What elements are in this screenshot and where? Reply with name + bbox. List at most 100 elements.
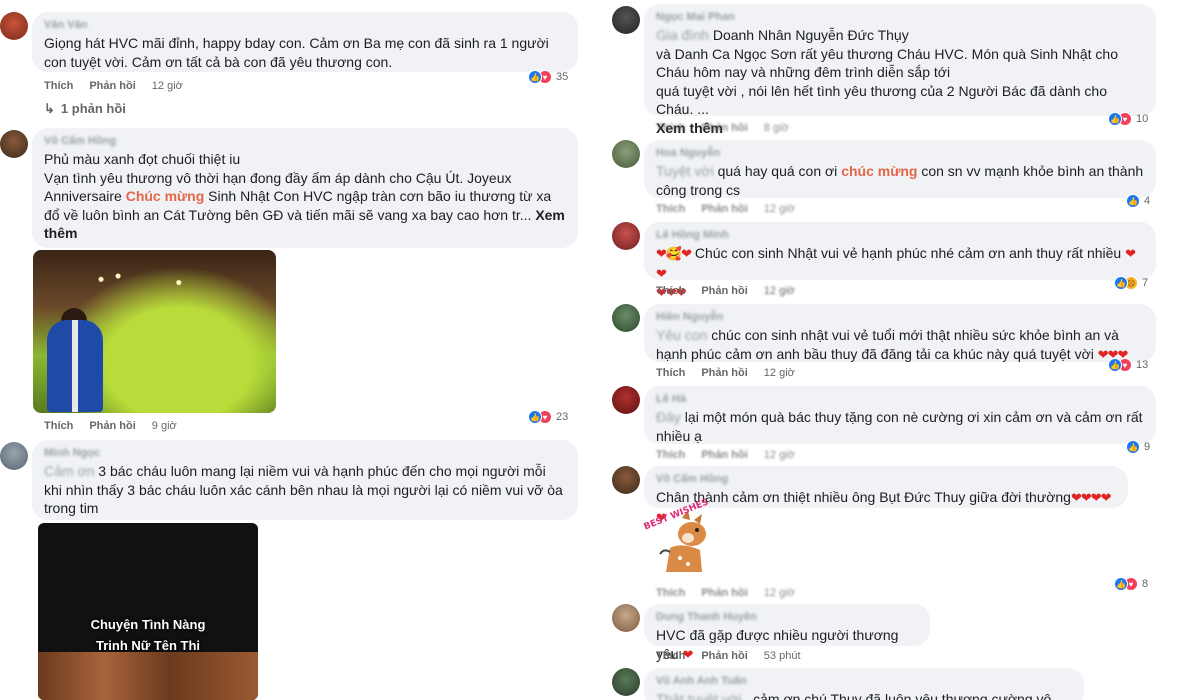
reaction-count: 13 <box>1136 359 1149 371</box>
comment-bubble: Lê Hồng Minh ❤🥰❤ Chúc con sinh Nhật vui … <box>644 222 1156 300</box>
comment-timestamp[interactable]: 12 giờ <box>152 80 183 92</box>
comment-bubble: Lê Hà Đây lại một món quà bác thuy tặng … <box>644 386 1156 444</box>
comment-line-part: Chúc con sinh Nhật vui vẻ hạnh phúc nhé … <box>690 245 1126 261</box>
reply-button[interactable]: Phản hồi <box>701 587 747 599</box>
like-reaction-icon: 👍 <box>1108 112 1122 126</box>
like-button[interactable]: Thích <box>656 449 685 461</box>
avatar[interactable] <box>0 12 28 40</box>
avatar[interactable] <box>612 6 640 34</box>
comment-line-part: Doanh Nhân Nguyễn Đức Thụy <box>708 27 909 43</box>
comment-author[interactable]: Minh Ngọc <box>44 446 566 460</box>
comment-text: Tuyệt vời quá hay quá con ơi chúc mừng c… <box>656 162 1144 199</box>
avatar[interactable] <box>612 140 640 168</box>
comment-text: Phủ màu xanh đọt chuối thiệt iu Vạn tình… <box>44 150 566 243</box>
best-wishes-sticker[interactable]: BEST WISHES <box>642 497 716 580</box>
avatar[interactable] <box>612 668 640 696</box>
comment-author[interactable]: Hoa Nguyễn <box>656 146 1144 160</box>
like-button[interactable]: Thích <box>656 367 685 379</box>
like-reaction-icon: 👍 <box>528 70 542 84</box>
reply-button[interactable]: Phản hồi <box>701 122 747 134</box>
comment-video[interactable]: Chuyện Tình Nàng Trinh Nữ Tên Thi <box>38 523 258 700</box>
highlight-keyword[interactable]: Chúc mừng <box>126 188 205 204</box>
comment-timestamp[interactable]: 12 giờ <box>764 203 795 215</box>
reaction-count: 7 <box>1142 277 1149 289</box>
reply-button[interactable]: Phản hồi <box>701 203 747 215</box>
comment-author[interactable]: Dung Thanh Huyền <box>656 610 918 624</box>
video-thumbnail-strip <box>38 652 258 700</box>
like-button[interactable]: Thích <box>656 650 685 662</box>
avatar[interactable] <box>0 442 28 470</box>
comment-actions: Thích Phản hồi 12 giờ <box>656 587 795 599</box>
avatar[interactable] <box>612 604 640 632</box>
replies-count-label: 1 phản hồi <box>60 101 126 116</box>
reply-button[interactable]: Phản hồi <box>89 80 135 92</box>
comment-actions: Thích Phản hồi 12 giờ <box>656 285 795 297</box>
reply-button[interactable]: Phản hồi <box>701 449 747 461</box>
reaction-count: 23 <box>556 411 569 423</box>
comment-author[interactable]: Võ Cẩm Hồng <box>44 134 566 148</box>
comment-bubble: Vân Vân Giọng hát HVC mãi đỉnh, happy bd… <box>32 12 578 72</box>
comment-text: Chân thành cảm ơn thiệt nhiều ông Bụt Đứ… <box>656 488 1116 527</box>
comment-text: Yêu con chúc con sinh nhật vui vẻ tuổi m… <box>656 326 1144 364</box>
reaction-summary[interactable]: 👍 ♥ 13 <box>1108 358 1148 372</box>
comment-author[interactable]: Hiền Nguyễn <box>656 310 1144 324</box>
blurred-text: Cảm ơn <box>44 463 95 479</box>
comment-text: Đây lại một món quà bác thuy tặng con nè… <box>656 408 1144 445</box>
avatar[interactable] <box>0 130 28 158</box>
avatar[interactable] <box>612 304 640 332</box>
heart-emoji-icon: ❤🥰❤ <box>656 246 692 261</box>
blurred-text: Thật tuyệt vời <box>656 691 742 700</box>
comment-timestamp[interactable]: 53 phút <box>764 650 801 662</box>
reaction-summary[interactable]: 👍 ♥ 8 <box>1114 577 1148 591</box>
comment-bubble: Võ Cẩm Hồng Chân thành cảm ơn thiệt nhiề… <box>644 466 1128 525</box>
reaction-summary[interactable]: 👍 4 <box>1126 194 1150 208</box>
reaction-count: 10 <box>1136 113 1149 125</box>
comment-line: Gia đình Doanh Nhân Nguyễn Đức Thụy <box>656 26 1144 45</box>
comment-author[interactable]: Lê Hà <box>656 392 1144 406</box>
like-button[interactable]: Thích <box>656 122 685 134</box>
avatar[interactable] <box>612 386 640 414</box>
reaction-summary[interactable]: 👍 ♥ 23 <box>528 410 568 424</box>
comment-timestamp[interactable]: 12 giờ <box>764 587 795 599</box>
comment-text: Cảm ơn 3 bác cháu luôn mang lại niềm vui… <box>44 462 566 518</box>
comment-bubble: Dung Thanh Huyền HVC đã gặp được nhiều n… <box>644 604 930 662</box>
highlight-keyword[interactable]: chúc mừng <box>841 163 917 179</box>
like-button[interactable]: Thích <box>656 587 685 599</box>
blurred-text: Tuyệt vời <box>656 163 714 179</box>
reply-button[interactable]: Phản hồi <box>701 367 747 379</box>
like-button[interactable]: Thích <box>656 203 685 215</box>
comment-actions: Thích Phản hồi 9 giờ <box>44 420 177 432</box>
reaction-summary[interactable]: 👍 ♥ 10 <box>1108 112 1148 126</box>
comment-author[interactable]: Vũ Anh Anh Tuấn <box>656 674 1072 688</box>
comment-actions: Thích Phản hồi 12 giờ <box>656 449 795 461</box>
comment-author[interactable]: Ngọc Mai Phan <box>656 10 1144 24</box>
singer-figure <box>47 320 103 412</box>
comment-timestamp[interactable]: 12 giờ <box>764 367 795 379</box>
reply-button[interactable]: Phản hồi <box>701 285 747 297</box>
reaction-count: 9 <box>1144 441 1151 453</box>
comment-actions: Thích Phản hồi 12 giờ <box>44 80 183 92</box>
reply-button[interactable]: Phản hồi <box>89 420 135 432</box>
like-button[interactable]: Thích <box>44 80 73 92</box>
comment-photo[interactable] <box>33 250 276 413</box>
comment-timestamp[interactable]: 9 giờ <box>152 420 177 432</box>
comment-timestamp[interactable]: 12 giờ <box>764 285 795 297</box>
video-caption: Chuyện Tình Nàng <box>90 617 206 632</box>
comment-author[interactable]: Võ Cẩm Hồng <box>656 472 1116 486</box>
comment-timestamp[interactable]: 12 giờ <box>764 449 795 461</box>
reaction-summary[interactable]: 👍 ☹ 7 <box>1114 276 1148 290</box>
reaction-summary[interactable]: 👍 9 <box>1126 440 1150 454</box>
comment-line: quá tuyệt vời , nói lên hết tình yêu thư… <box>656 82 1108 118</box>
like-button[interactable]: Thích <box>656 285 685 297</box>
comment-timestamp[interactable]: 8 giờ <box>764 122 789 134</box>
avatar[interactable] <box>612 466 640 494</box>
reply-button[interactable]: Phản hồi <box>701 650 747 662</box>
comment-author[interactable]: Lê Hồng Minh <box>656 228 1144 242</box>
comment-author[interactable]: Vân Vân <box>44 18 566 32</box>
like-reaction-icon: 👍 <box>1126 440 1140 454</box>
reaction-summary[interactable]: 👍 ♥ 35 <box>528 70 568 84</box>
view-replies-link[interactable]: ↳ 1 phản hồi <box>44 101 126 117</box>
avatar[interactable] <box>612 222 640 250</box>
comment-actions: Thích Phản hồi 8 giờ <box>656 122 789 134</box>
like-button[interactable]: Thích <box>44 420 73 432</box>
